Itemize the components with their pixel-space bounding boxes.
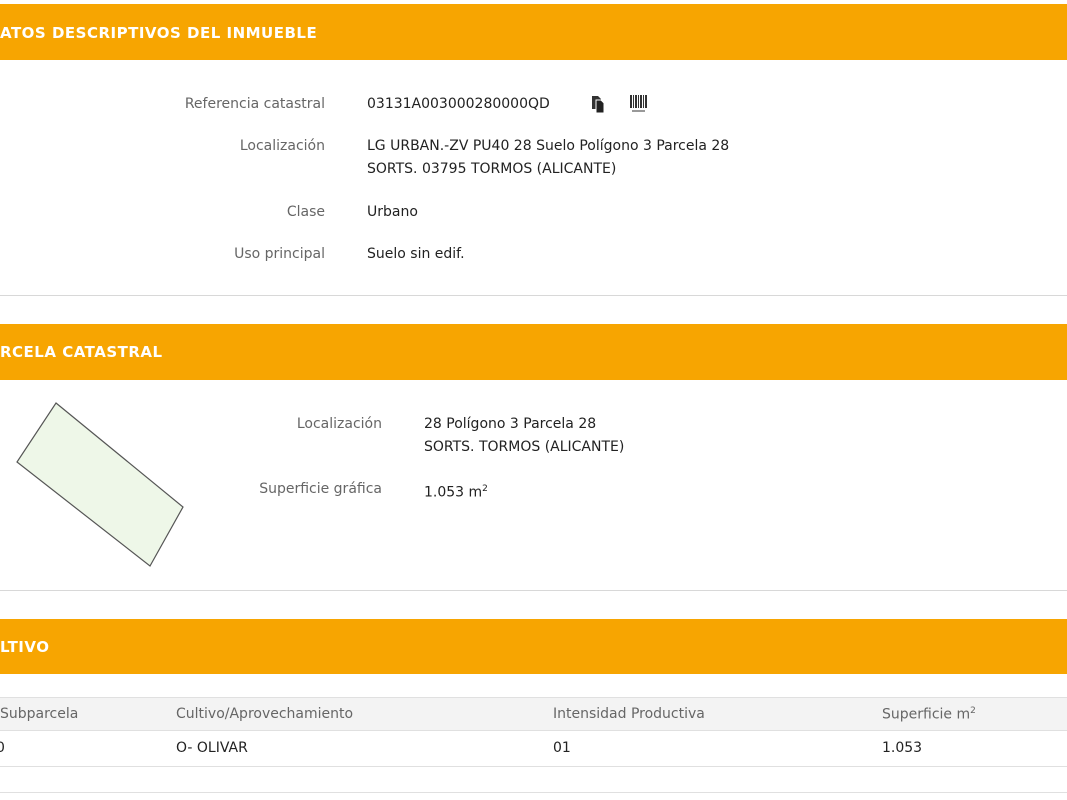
copy-document-icon[interactable] [589, 94, 607, 114]
localizacion-label: Localización [239, 138, 325, 154]
uso-value: Suelo sin edif. [367, 246, 465, 262]
td-superficie: 1.053 [882, 740, 923, 756]
referencia-value[interactable]: 03131A003000280000QD [367, 93, 550, 115]
th-subparcela: Subparcela [0, 706, 79, 722]
parcel-shape [16, 402, 184, 567]
th-cultivo: Cultivo/Aprovechamiento [176, 706, 354, 722]
bottom-divider [0, 792, 1067, 793]
datos-title: ATOS DESCRIPTIVOS DEL INMUEBLE [0, 24, 318, 42]
clase-value: Urbano [367, 204, 418, 220]
th-intensidad: Intensidad Productiva [553, 706, 705, 722]
parcela-localizacion-line1: 28 Polígono 3 Parcela 28 [424, 416, 597, 432]
localizacion-line1: LG URBAN.-ZV PU40 28 Suelo Polígono 3 Pa… [367, 138, 730, 154]
table-row: 0 O- OLIVAR 01 1.053 [0, 731, 1067, 767]
td-cultivo: O- OLIVAR [176, 740, 248, 756]
cultivo-title: LTIVO [0, 638, 50, 656]
th-superficie-text: Superficie m [882, 706, 971, 723]
superficie-unit-sup: 2 [482, 484, 488, 494]
parcela-panel: Localización 28 Polígono 3 Parcela 28 SO… [0, 380, 1067, 591]
datos-header: ATOS DESCRIPTIVOS DEL INMUEBLE [0, 4, 1067, 60]
clase-label: Clase [286, 204, 325, 220]
td-intensidad: 01 [553, 740, 571, 756]
parcela-title: RCELA CATASTRAL [0, 343, 163, 361]
superficie-value: 1.053 m2 [424, 478, 488, 504]
parcela-localizacion-label: Localización [296, 416, 382, 432]
datos-panel: Referencia catastral 03131A003000280000Q… [0, 60, 1067, 296]
th-superficie: Superficie m2 [882, 706, 976, 723]
td-subparcela: 0 [0, 740, 5, 756]
parcela-localizacion-line2: SORTS. TORMOS (ALICANTE) [424, 439, 625, 455]
cultivo-table-header: Subparcela Cultivo/Aprovechamiento Inten… [0, 697, 1067, 731]
cultivo-header: LTIVO [0, 619, 1067, 674]
th-superficie-sup: 2 [970, 706, 976, 716]
parcel-map[interactable] [0, 380, 200, 580]
parcela-header: RCELA CATASTRAL [0, 324, 1067, 380]
superficie-number: 1.053 m [424, 484, 483, 501]
superficie-label: Superficie gráfica [259, 481, 382, 497]
uso-label: Uso principal [234, 246, 325, 262]
catastro-page: ATOS DESCRIPTIVOS DEL INMUEBLE Referenci… [0, 0, 1067, 800]
localizacion-line2: SORTS. 03795 TORMOS (ALICANTE) [367, 161, 617, 177]
barcode-icon[interactable] [629, 93, 649, 115]
referencia-label: Referencia catastral [184, 96, 325, 112]
